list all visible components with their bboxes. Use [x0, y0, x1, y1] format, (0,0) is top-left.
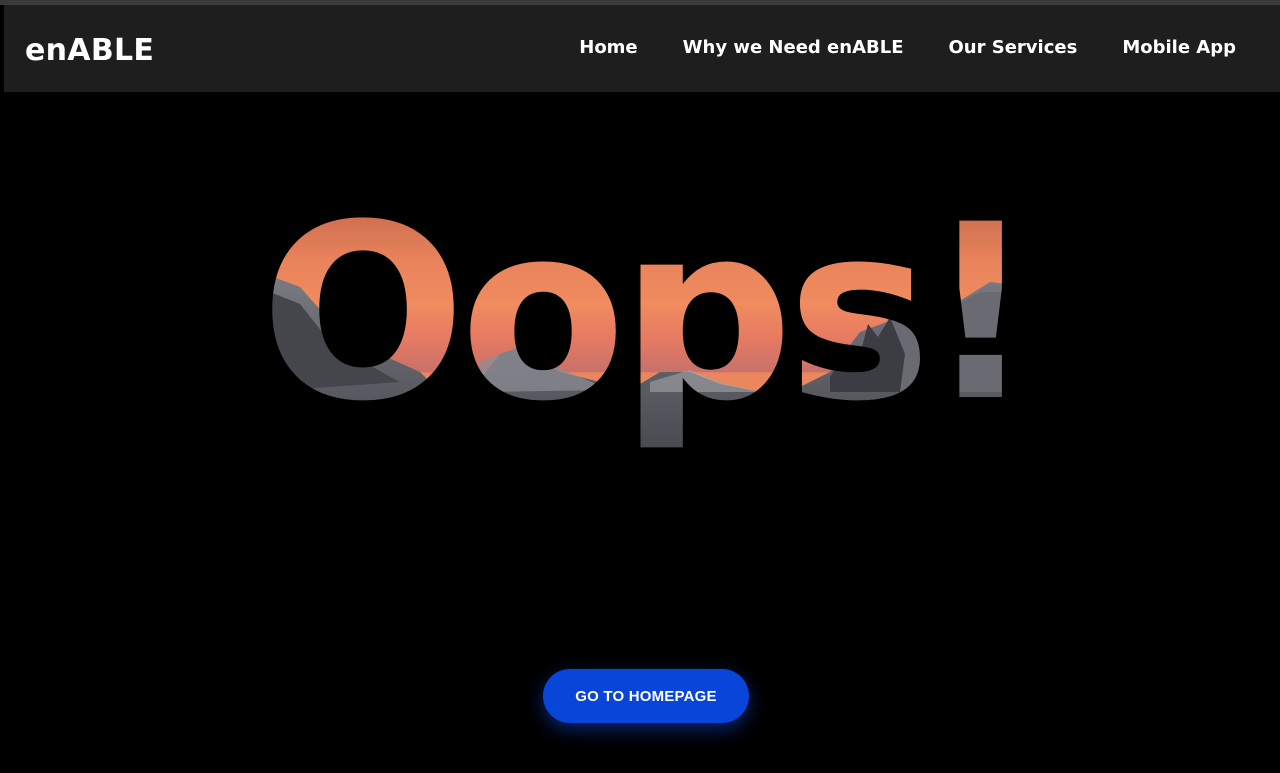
nav-why-we-need-enable[interactable]: Why we Need enABLE — [683, 39, 904, 57]
main-nav: Home Why we Need enABLE Our Services Mob… — [534, 39, 1236, 57]
nav-our-services[interactable]: Our Services — [949, 39, 1078, 57]
error-hero: Oops! GO TO HOMEPAGE — [0, 92, 1280, 773]
go-to-homepage-button[interactable]: GO TO HOMEPAGE — [543, 669, 749, 723]
oops-text: Oops! — [260, 173, 1030, 455]
go-to-homepage-label: GO TO HOMEPAGE — [575, 687, 717, 705]
navbar: enABLE Home Why we Need enABLE Our Servi… — [4, 5, 1280, 92]
nav-home[interactable]: Home — [579, 39, 637, 57]
brand-logo[interactable]: enABLE — [25, 36, 154, 66]
nav-mobile-app[interactable]: Mobile App — [1122, 39, 1236, 57]
